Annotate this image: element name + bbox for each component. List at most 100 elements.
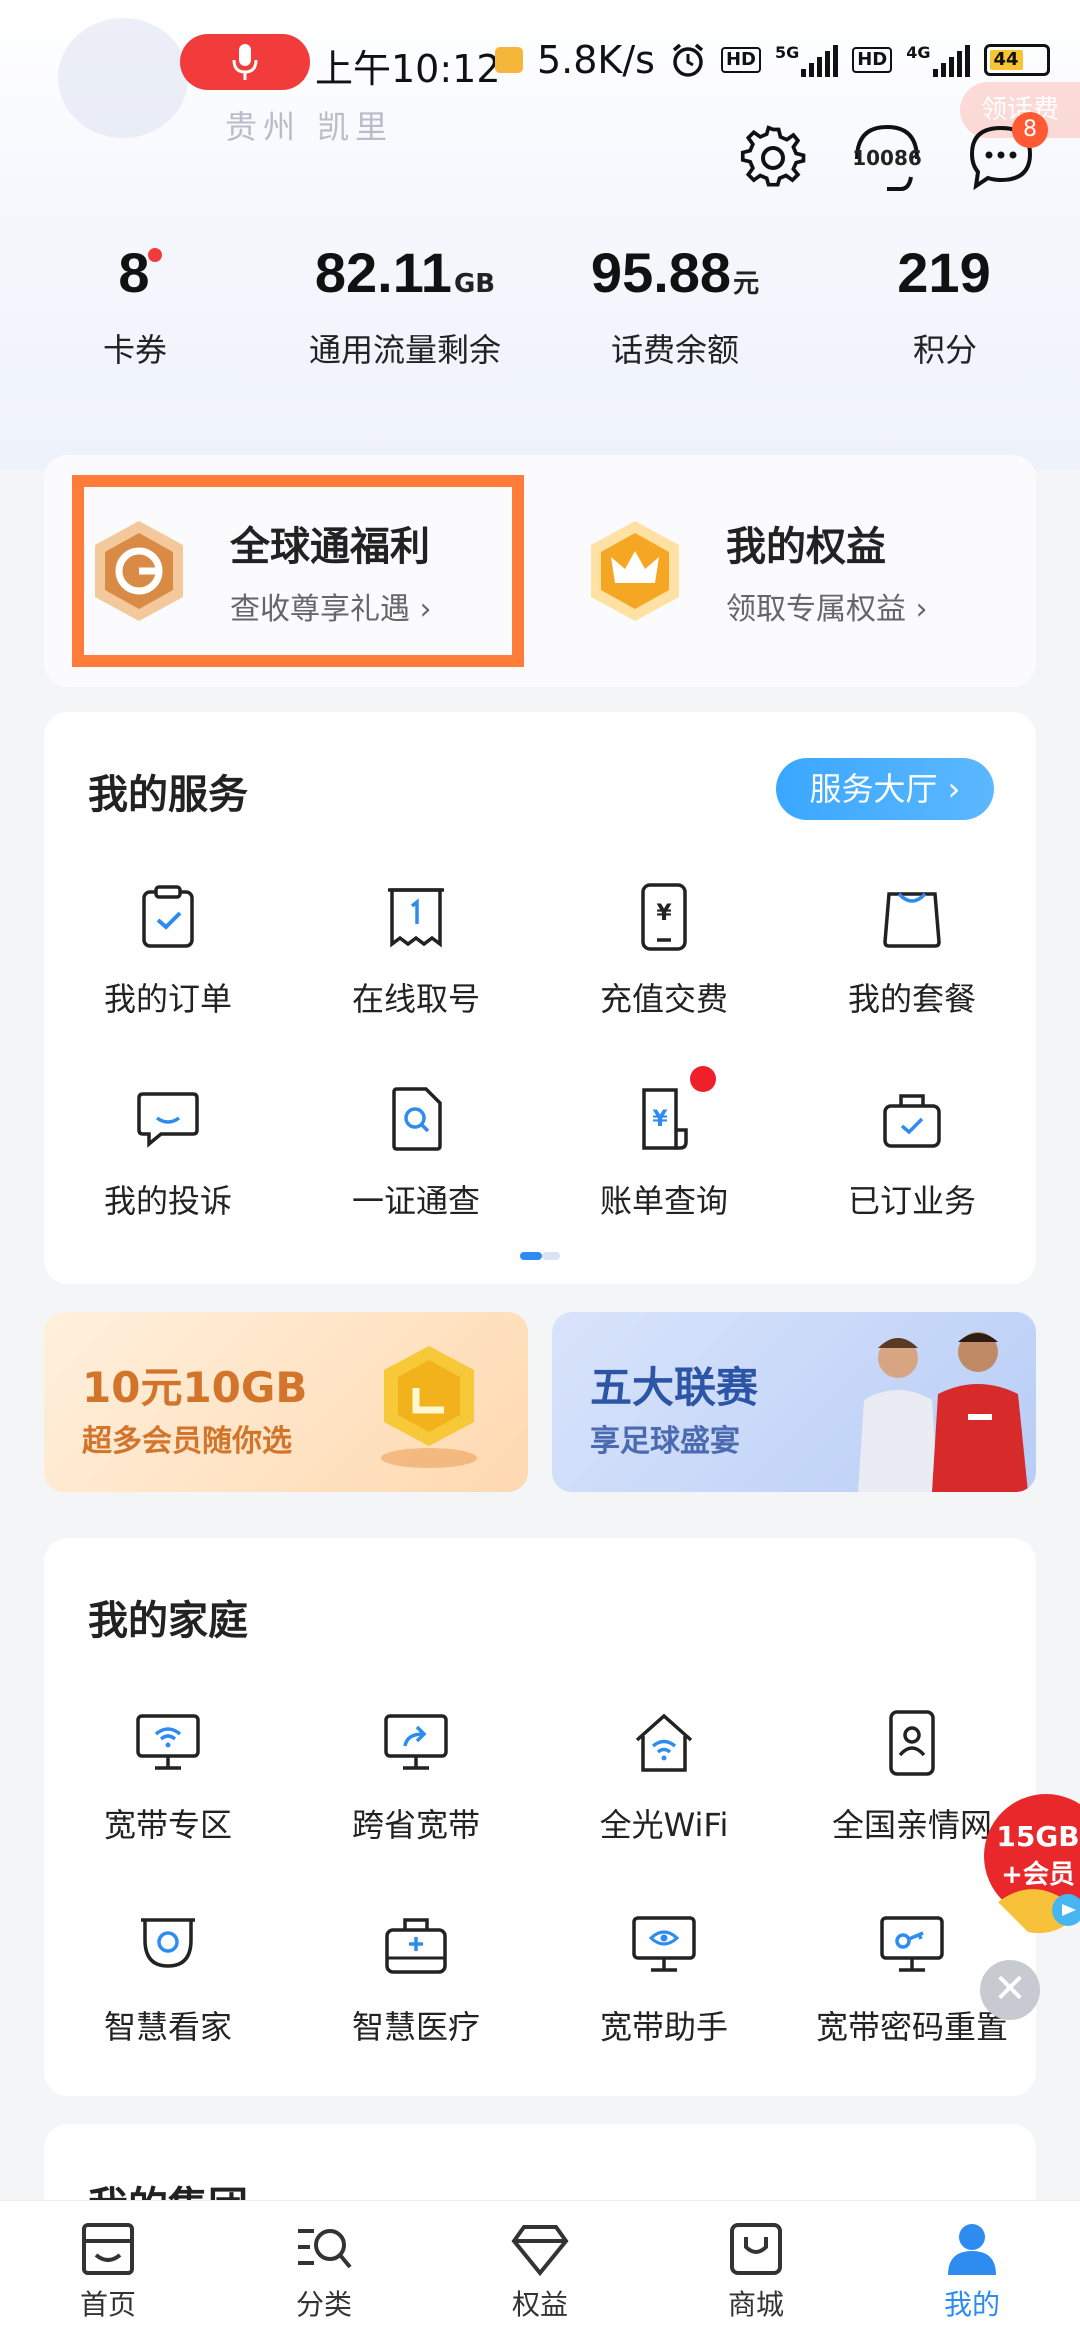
header-actions: 10086 8 bbox=[734, 112, 1048, 196]
hotline-button[interactable]: 10086 bbox=[848, 118, 926, 196]
page-indicator bbox=[520, 1252, 560, 1260]
service-bill-query[interactable]: ¥ 账单查询 bbox=[540, 1066, 788, 1274]
svg-text:¥: ¥ bbox=[652, 1107, 668, 1132]
stat-coupons[interactable]: 8 卡券 bbox=[0, 240, 270, 371]
hotline-number: 10086 bbox=[852, 146, 922, 170]
family-full-wifi[interactable]: 全光WiFi bbox=[540, 1698, 788, 1898]
signal-icon-1 bbox=[801, 43, 839, 77]
banner-subtitle: 超多会员随你选 bbox=[82, 1424, 292, 1459]
rights-subtitle: 领取专属权益 › bbox=[726, 592, 928, 627]
messages-button[interactable]: 8 bbox=[962, 112, 1048, 196]
service-hall-button[interactable]: 服务大厅 › bbox=[776, 758, 994, 820]
services-grid-row-1: 我的订单 在线取号 ¥ 充值交费 我的套餐 bbox=[44, 872, 1036, 1072]
service-complaint[interactable]: 我的投诉 bbox=[44, 1074, 292, 1274]
tab-mall[interactable]: 商城 bbox=[648, 2201, 864, 2340]
tab-label: 首页 bbox=[79, 2288, 136, 2321]
global-welfare-entry[interactable]: 全球通福利 查收尊享礼遇 › bbox=[44, 455, 540, 687]
phone-person-icon bbox=[889, 1710, 935, 1776]
monitor-eye-icon bbox=[632, 1916, 696, 1972]
stat-balance[interactable]: 95.88元 话费余额 bbox=[540, 240, 810, 371]
message-count-badge: 8 bbox=[1012, 112, 1048, 148]
promo-line-1: 15GB bbox=[996, 1820, 1080, 1853]
family-label: 全国亲情网 bbox=[831, 1806, 992, 1844]
network-type-1: 5G bbox=[774, 43, 800, 62]
family-label: 跨省宽带 bbox=[351, 1806, 480, 1844]
service-id-check[interactable]: 一证通查 bbox=[292, 1074, 540, 1274]
family-smart-home-camera[interactable]: 智慧看家 bbox=[44, 1900, 292, 2100]
tab-home[interactable]: 首页 bbox=[0, 2201, 216, 2340]
coupon-red-dot bbox=[148, 248, 162, 262]
promo-line-2: +会员 bbox=[1001, 1860, 1075, 1890]
status-time: 上午10:12 bbox=[315, 47, 501, 91]
my-rights-entry[interactable]: 我的权益 领取专属权益 › bbox=[540, 455, 1036, 687]
tab-label: 权益 bbox=[511, 2288, 568, 2321]
family-grid-row-2: 智慧看家 智慧医疗 宽带助手 宽带密码重置 bbox=[44, 1900, 1036, 2100]
family-broadband-assistant[interactable]: 宽带助手 bbox=[540, 1900, 788, 2100]
battery-level: 44 bbox=[989, 50, 1023, 70]
family-cross-province[interactable]: 跨省宽带 bbox=[292, 1698, 540, 1898]
stat-label: 积分 bbox=[912, 331, 977, 369]
promo-banner-football[interactable]: 五大联赛 享足球盛宴 bbox=[552, 1312, 1036, 1492]
shopping-bag-icon bbox=[883, 892, 941, 948]
clipboard-check-icon bbox=[142, 885, 194, 948]
service-label: 一证通查 bbox=[351, 1182, 480, 1220]
home-icon bbox=[82, 2223, 134, 2275]
medical-kit-icon bbox=[385, 1918, 447, 1974]
microphone-icon bbox=[232, 44, 258, 80]
tab-category[interactable]: 分类 bbox=[216, 2201, 432, 2340]
home-wifi-icon bbox=[635, 1713, 693, 1772]
status-right-group: 5.8K/s HD 5G HD 4G 44 bbox=[495, 38, 1050, 82]
stat-value: 8 bbox=[118, 241, 150, 304]
service-my-plan[interactable]: 我的套餐 bbox=[788, 872, 1036, 1072]
family-smart-medical[interactable]: 智慧医疗 bbox=[292, 1900, 540, 2100]
stat-points[interactable]: 219 积分 bbox=[810, 240, 1080, 371]
service-subscribed[interactable]: 已订业务 bbox=[788, 1074, 1036, 1274]
ticket-number-icon bbox=[388, 888, 444, 948]
service-label: 充值交费 bbox=[599, 980, 728, 1018]
close-promo-button[interactable]: ✕ bbox=[980, 1960, 1040, 2020]
service-online-ticket[interactable]: 在线取号 bbox=[292, 872, 540, 1072]
document-search-icon bbox=[392, 1087, 442, 1151]
stat-label: 通用流量剩余 bbox=[308, 331, 501, 369]
category-search-icon bbox=[298, 2229, 352, 2269]
monitor-share-icon bbox=[384, 1714, 448, 1770]
family-label: 宽带密码重置 bbox=[815, 2008, 1008, 2046]
family-label: 智慧看家 bbox=[103, 2008, 232, 2046]
promo-banner-data[interactable]: 10元10GB 超多会员随你选 bbox=[44, 1312, 528, 1492]
family-grid-row-1: 宽带专区 跨省宽带 全光WiFi 全国亲情网 bbox=[44, 1698, 1036, 1898]
stat-unit: GB bbox=[453, 269, 496, 299]
tab-mine[interactable]: 我的 bbox=[864, 2201, 1080, 2340]
settings-button[interactable] bbox=[734, 118, 812, 196]
services-title: 我的服务 bbox=[88, 772, 248, 818]
tab-label: 分类 bbox=[295, 2288, 352, 2321]
banner-subtitle: 享足球盛宴 bbox=[590, 1424, 740, 1459]
bottom-tab-bar: 首页 分类 权益 商城 我的 bbox=[0, 2200, 1080, 2340]
stat-data[interactable]: 82.11GB 通用流量剩余 bbox=[270, 240, 540, 371]
network-type-2: 4G bbox=[906, 43, 931, 62]
my-family-card: 我的家庭 宽带专区 跨省宽带 全光WiFi 全国亲情网 智慧看家 智慧医疗 宽带… bbox=[44, 1538, 1036, 2096]
rights-title: 我的权益 bbox=[726, 524, 886, 570]
account-stats: 8 卡券 82.11GB 通用流量剩余 95.88元 话费余额 219 积分 bbox=[0, 240, 1080, 371]
camera-icon bbox=[141, 1918, 195, 1968]
diamond-icon bbox=[511, 2225, 569, 2277]
welfare-card: 全球通福利 查收尊享礼遇 › 我的权益 领取专属权益 › bbox=[44, 455, 1036, 687]
banner-title: 五大联赛 bbox=[590, 1363, 759, 1412]
family-label: 智慧医疗 bbox=[351, 2008, 480, 2046]
family-broadband-zone[interactable]: 宽带专区 bbox=[44, 1698, 292, 1898]
family-label: 宽带助手 bbox=[599, 2008, 728, 2046]
service-label: 我的投诉 bbox=[103, 1182, 232, 1220]
stat-value: 95.88 bbox=[590, 241, 732, 304]
monitor-key-icon bbox=[880, 1916, 944, 1972]
service-recharge[interactable]: ¥ 充值交费 bbox=[540, 872, 788, 1072]
tab-rights[interactable]: 权益 bbox=[432, 2201, 648, 2340]
bill-red-dot bbox=[690, 1066, 716, 1092]
service-my-orders[interactable]: 我的订单 bbox=[44, 872, 292, 1072]
svg-text:¥: ¥ bbox=[656, 901, 672, 926]
floating-promo-ad[interactable]: 15GB +会员 bbox=[978, 1792, 1080, 1942]
hd-badge-2: HD bbox=[852, 47, 893, 73]
services-grid-row-2: 我的投诉 一证通查 ¥ 账单查询 已订业务 bbox=[44, 1066, 1036, 1274]
recording-indicator[interactable] bbox=[180, 34, 310, 90]
stat-value: 219 bbox=[897, 241, 991, 304]
chat-bubble-icon bbox=[137, 1092, 199, 1148]
tab-label: 商城 bbox=[727, 2288, 784, 2321]
